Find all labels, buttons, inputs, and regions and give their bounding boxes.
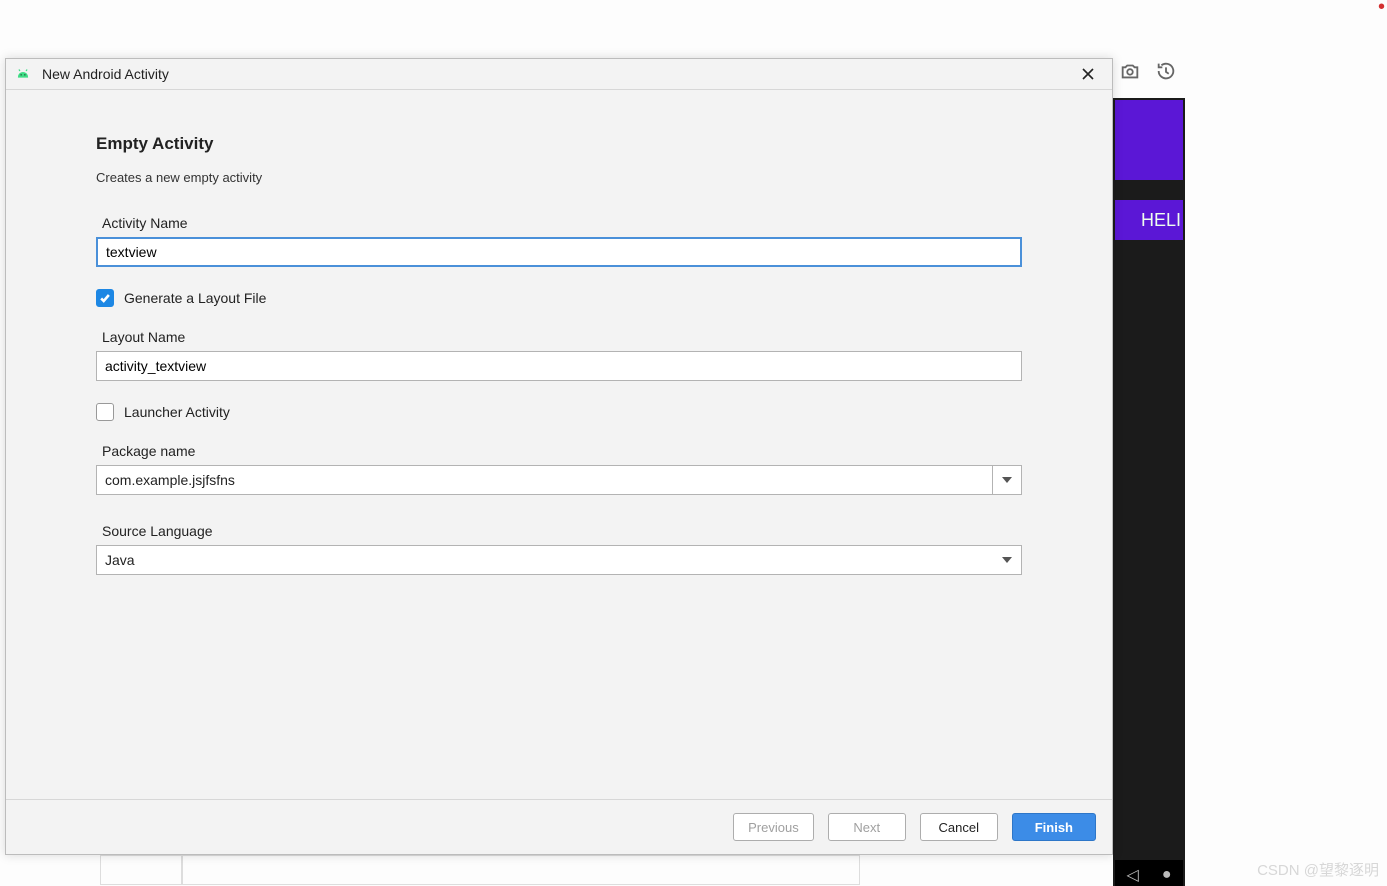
launcher-row[interactable]: Launcher Activity	[96, 403, 1022, 421]
cancel-button[interactable]: Cancel	[920, 813, 998, 841]
package-name-value[interactable]: com.example.jsjfsfns	[97, 466, 992, 494]
chevron-down-icon	[1002, 557, 1012, 563]
device-preview: HELI ◁ ●	[1113, 98, 1185, 886]
source-language-dropdown-button[interactable]	[993, 546, 1021, 574]
nav-back-icon: ◁	[1127, 865, 1139, 885]
source-language-value[interactable]: Java	[97, 546, 993, 574]
layout-name-group: Layout Name	[96, 329, 1022, 381]
package-name-label: Package name	[102, 443, 1022, 459]
chevron-down-icon	[1002, 477, 1012, 483]
dialog-content: Empty Activity Creates a new empty activ…	[6, 90, 1112, 799]
watermark: CSDN @望黎逐明	[1257, 859, 1379, 880]
package-name-dropdown-button[interactable]	[992, 466, 1021, 494]
package-name-combo[interactable]: com.example.jsjfsfns	[96, 465, 1022, 495]
history-icon[interactable]	[1155, 60, 1177, 87]
generate-layout-label: Generate a Layout File	[124, 290, 266, 306]
titlebar: New Android Activity	[6, 59, 1112, 90]
bg-toolbar	[1119, 60, 1177, 87]
activity-name-label: Activity Name	[102, 215, 1022, 231]
check-icon	[99, 292, 111, 304]
source-language-group: Source Language Java	[96, 523, 1022, 575]
camera-icon[interactable]	[1119, 60, 1141, 87]
nav-home-icon: ●	[1162, 866, 1172, 884]
preview-navbar: ◁ ●	[1115, 860, 1183, 886]
activity-name-input[interactable]	[96, 237, 1022, 267]
package-name-group: Package name com.example.jsjfsfns	[96, 443, 1022, 495]
page-subtitle: Creates a new empty activity	[96, 170, 1022, 185]
close-button[interactable]	[1074, 60, 1102, 88]
previous-button[interactable]: Previous	[733, 813, 814, 841]
source-language-label: Source Language	[102, 523, 1022, 539]
finish-button[interactable]: Finish	[1012, 813, 1096, 841]
next-button[interactable]: Next	[828, 813, 906, 841]
red-dot: •	[1378, 0, 1385, 14]
new-activity-dialog: New Android Activity Empty Activity Crea…	[5, 58, 1113, 855]
page-heading: Empty Activity	[96, 134, 1022, 154]
generate-layout-row[interactable]: Generate a Layout File	[96, 289, 1022, 307]
launcher-checkbox[interactable]	[96, 403, 114, 421]
layout-name-input[interactable]	[96, 351, 1022, 381]
generate-layout-checkbox[interactable]	[96, 289, 114, 307]
dialog-footer: Previous Next Cancel Finish	[6, 799, 1112, 854]
layout-name-label: Layout Name	[102, 329, 1022, 345]
bg-bottom-grid	[100, 855, 860, 885]
source-language-select[interactable]: Java	[96, 545, 1022, 575]
preview-appbar	[1115, 100, 1183, 180]
dialog-title: New Android Activity	[42, 66, 1074, 82]
android-icon	[14, 65, 32, 83]
launcher-label: Launcher Activity	[124, 404, 230, 420]
activity-name-group: Activity Name	[96, 215, 1022, 267]
preview-chip: HELI	[1115, 200, 1183, 240]
